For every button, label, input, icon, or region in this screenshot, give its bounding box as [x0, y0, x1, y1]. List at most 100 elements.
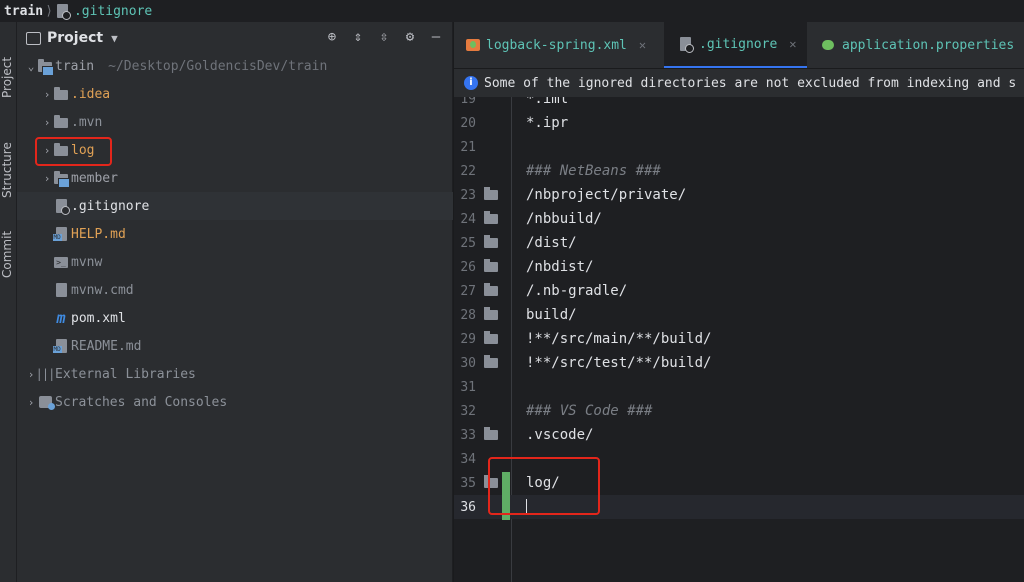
code-line[interactable]: 29 !**/src/main/**/build/: [454, 327, 1024, 351]
line-text: .vscode/: [526, 427, 594, 443]
code-line[interactable]: 23 /nbproject/private/: [454, 183, 1024, 207]
tree-row-mvnw[interactable]: >_ mvnw: [17, 248, 464, 276]
tree-item-label: README.md: [71, 338, 142, 354]
folder-icon: [484, 331, 498, 344]
shell-script-icon: >_: [53, 254, 69, 270]
line-number: 23: [460, 187, 476, 203]
editor-tabs: logback-spring.xml ✕ .gitignore ✕ applic…: [454, 22, 1024, 69]
line-text: /nbproject/private/: [526, 187, 687, 203]
indexing-warning-banner: i Some of the ignored directories are no…: [454, 69, 1024, 97]
chevron-right-icon[interactable]: ›: [41, 172, 53, 185]
gitignore-file-icon: [56, 4, 71, 20]
code-line[interactable]: 19 *.iml: [454, 97, 1024, 111]
scratches-icon: [37, 394, 55, 410]
code-line[interactable]: 20 *.ipr: [454, 111, 1024, 135]
module-folder-icon: [53, 170, 70, 188]
tab-label: application.properties: [842, 37, 1015, 53]
banner-text: Some of the ignored directories are not …: [484, 75, 1017, 91]
tree-row-mvn[interactable]: › .mvn: [17, 108, 464, 136]
folder-icon: [484, 235, 498, 248]
gitignore-file-icon: [680, 37, 694, 53]
line-text: /dist/: [526, 235, 577, 251]
tree-row-member[interactable]: › member: [17, 164, 464, 192]
chevron-right-icon[interactable]: ›: [41, 116, 53, 129]
line-text: /nbbuild/: [526, 211, 602, 227]
folder-icon: [484, 259, 498, 272]
code-line[interactable]: 21: [454, 135, 1024, 159]
line-number: 30: [460, 355, 476, 371]
tab-gitignore[interactable]: .gitignore ✕: [664, 22, 807, 68]
tree-row-help[interactable]: HELP.md: [17, 220, 464, 248]
code-line[interactable]: 26 /nbdist/: [454, 255, 1024, 279]
code-line[interactable]: 32 ### VS Code ###: [454, 399, 1024, 423]
line-text: *.ipr: [526, 115, 569, 131]
folder-icon: [53, 114, 69, 130]
tree-item-label: .mvn: [71, 114, 103, 130]
xml-file-icon: [466, 39, 480, 51]
text-file-icon: [53, 282, 69, 298]
tree-row-gitignore[interactable]: .gitignore: [17, 192, 464, 220]
folder-icon: [53, 86, 69, 102]
line-number: 35: [460, 475, 476, 491]
highlight-box-log-folder: [35, 137, 112, 166]
project-tool-button[interactable]: Project: [0, 28, 16, 98]
chevron-right-icon: ⟩: [45, 3, 53, 19]
chevron-down-icon[interactable]: ▼: [111, 32, 118, 45]
tree-item-label: HELP.md: [71, 226, 126, 242]
line-number: 29: [460, 331, 476, 347]
close-icon[interactable]: ✕: [639, 38, 646, 52]
gear-icon[interactable]: ⚙: [402, 29, 418, 45]
libraries-icon: |||: [35, 367, 56, 381]
line-number: 22: [460, 163, 476, 179]
line-number: 26: [460, 259, 476, 275]
code-line[interactable]: 33 .vscode/: [454, 423, 1024, 447]
tab-logback-spring[interactable]: logback-spring.xml ✕: [462, 22, 654, 68]
project-panel-title[interactable]: Project: [47, 30, 103, 46]
line-text: /.nb-gradle/: [526, 283, 628, 299]
tree-row-external-libraries[interactable]: › ||| External Libraries: [17, 360, 448, 388]
properties-file-icon: [822, 40, 834, 50]
code-line[interactable]: 31: [454, 375, 1024, 399]
tree-row-root[interactable]: ⌄ train ~/Desktop/GoldencisDev/train: [17, 52, 448, 80]
markdown-file-icon: [52, 338, 69, 354]
tree-item-label: mvnw.cmd: [71, 282, 134, 298]
chevron-right-icon[interactable]: ›: [41, 88, 53, 101]
chevron-right-icon[interactable]: ›: [25, 396, 37, 409]
code-line[interactable]: 28 build/: [454, 303, 1024, 327]
close-icon[interactable]: ✕: [789, 37, 796, 51]
locate-file-icon[interactable]: ⊕: [324, 29, 340, 45]
line-number: 28: [460, 307, 476, 323]
breadcrumb-root[interactable]: train: [4, 4, 43, 19]
line-number: 19: [460, 97, 476, 107]
info-icon: i: [464, 76, 478, 90]
tree-item-label: member: [71, 170, 118, 186]
code-editor[interactable]: 19 *.iml 20 *.ipr 21 22 ### NetBeans ###…: [454, 97, 1024, 582]
structure-tool-button[interactable]: Structure: [0, 118, 16, 198]
code-line[interactable]: 27 /.nb-gradle/: [454, 279, 1024, 303]
code-line[interactable]: 30 !**/src/test/**/build/: [454, 351, 1024, 375]
tree-root-path: ~/Desktop/GoldencisDev/train: [108, 58, 328, 74]
expand-all-icon[interactable]: ⇕: [350, 29, 366, 45]
tree-row-mvnw-cmd[interactable]: mvnw.cmd: [17, 276, 464, 304]
minimize-icon[interactable]: —: [428, 29, 444, 45]
breadcrumb-file[interactable]: .gitignore: [74, 4, 152, 19]
tree-item-label: .idea: [71, 86, 111, 102]
chevron-down-icon[interactable]: ⌄: [25, 60, 37, 73]
line-text: ### NetBeans ###: [526, 163, 661, 179]
folder-icon: [484, 187, 498, 200]
tree-row-scratches[interactable]: › Scratches and Consoles: [17, 388, 448, 416]
markdown-file-icon: [52, 226, 69, 242]
commit-tool-button[interactable]: Commit: [0, 218, 16, 278]
tree-row-readme[interactable]: README.md: [17, 332, 464, 360]
editor-area: logback-spring.xml ✕ .gitignore ✕ applic…: [453, 22, 1024, 582]
code-line[interactable]: 24 /nbbuild/: [454, 207, 1024, 231]
collapse-all-icon[interactable]: ⇳: [376, 29, 392, 45]
tab-application-properties[interactable]: application.properties: [814, 22, 1018, 68]
line-text: build/: [526, 307, 577, 323]
tree-row-idea[interactable]: › .idea: [17, 80, 464, 108]
project-view-icon: [25, 30, 41, 46]
tree-row-pom[interactable]: m pom.xml: [17, 304, 464, 332]
code-line[interactable]: 25 /dist/: [454, 231, 1024, 255]
code-line[interactable]: 22 ### NetBeans ###: [454, 159, 1024, 183]
folder-icon: [484, 355, 498, 368]
